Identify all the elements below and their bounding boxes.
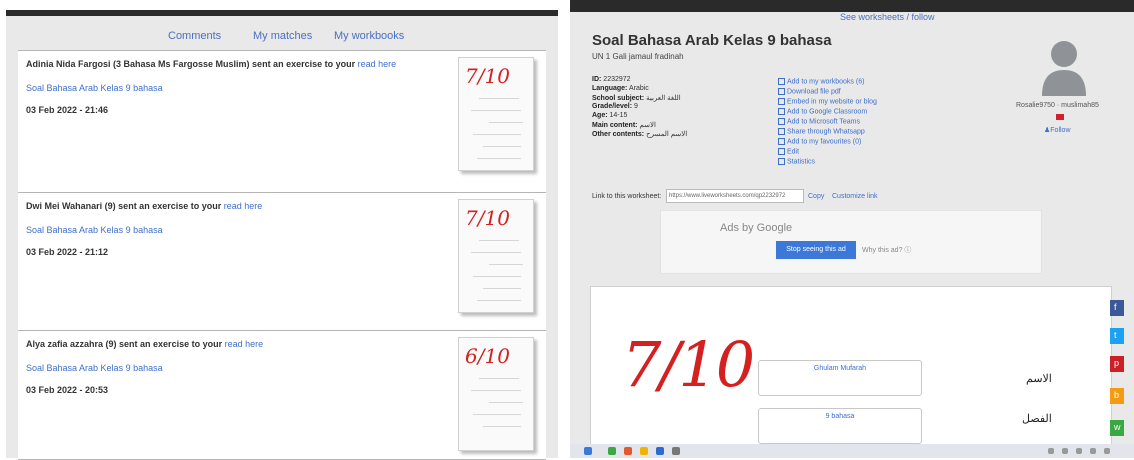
worksheet-thumbnail[interactable]: 6/10 — [458, 337, 534, 451]
read-here-link[interactable]: read here — [224, 201, 263, 211]
user-avatar-icon[interactable] — [1040, 38, 1088, 98]
edit-link[interactable]: Edit — [778, 148, 799, 155]
meta-id: ID: 2232972 — [592, 76, 631, 83]
worksheet-link[interactable]: Soal Bahasa Arab Kelas 9 bahasa — [26, 83, 163, 93]
message-text: Adinia Nida Fargosi (3 Bahasa Ms Fargoss… — [26, 59, 397, 69]
taskbar-app-icon[interactable] — [640, 447, 648, 455]
facebook-share-icon[interactable]: f — [1110, 300, 1124, 316]
checkbox-icon — [778, 78, 785, 85]
tab-my-workbooks[interactable]: My workbooks — [334, 30, 404, 42]
worksheet-author[interactable]: UN 1 Gali jamaul fradinah — [592, 52, 684, 61]
system-tray-icon[interactable] — [1104, 448, 1110, 454]
microsoft-teams-link[interactable]: Add to Microsoft Teams — [778, 118, 860, 125]
author-username[interactable]: Rosalie9750 · muslimah85 — [1016, 102, 1099, 109]
stop-seeing-ad-button[interactable]: Stop seeing this ad — [776, 241, 856, 259]
score-label: 6/10 — [465, 344, 510, 368]
message-card: Alya zafia azzahra (9) sent an exercise … — [18, 330, 546, 460]
system-tray-icon[interactable] — [1062, 448, 1068, 454]
follow-button[interactable]: ♟Follow — [1044, 126, 1071, 134]
message-date: 03 Feb 2022 - 20:53 — [26, 385, 109, 395]
whatsapp-icon — [778, 128, 785, 135]
chart-icon — [778, 158, 785, 165]
tab-my-matches[interactable]: My matches — [253, 30, 312, 42]
os-taskbar — [570, 444, 1134, 458]
message-text: Dwi Mei Wahanari (9) sent an exercise to… — [26, 201, 263, 211]
worksheet-thumbnail[interactable]: 7/10 — [458, 199, 534, 313]
system-tray-icon[interactable] — [1090, 448, 1096, 454]
message-text: Alya zafia azzahra (9) sent an exercise … — [26, 339, 264, 349]
copy-link-button[interactable]: Copy — [808, 193, 824, 200]
left-panel: Comments My matches My workbooks Adinia … — [6, 10, 558, 460]
teams-icon — [778, 118, 785, 125]
start-icon[interactable] — [584, 447, 592, 455]
country-flag-icon — [1056, 114, 1064, 120]
meta-subject: School subject: اللغة العربية — [592, 95, 681, 102]
worksheet-link[interactable]: Soal Bahasa Arab Kelas 9 bahasa — [26, 225, 163, 235]
worksheet-link[interactable]: Soal Bahasa Arab Kelas 9 bahasa — [26, 363, 163, 373]
tab-comments[interactable]: Comments — [168, 30, 221, 42]
message-date: 03 Feb 2022 - 21:46 — [26, 105, 109, 115]
embed-link[interactable]: Embed in my website or blog — [778, 98, 877, 105]
ad-google-label: Ads by Google — [720, 222, 793, 234]
taskbar-app-icon[interactable] — [608, 447, 616, 455]
worksheet-score: 7/10 — [622, 328, 755, 401]
whatsapp-share-icon[interactable]: w — [1110, 420, 1124, 436]
read-here-link[interactable]: read here — [225, 339, 264, 349]
meta-other-contents: Other contents: الاسم المسرح — [592, 131, 688, 138]
taskbar-app-icon[interactable] — [624, 447, 632, 455]
name-label: الاسم — [1026, 372, 1052, 385]
statistics-link[interactable]: Statistics — [778, 158, 815, 165]
meta-language: Language: Arabic — [592, 85, 649, 92]
heart-icon — [778, 138, 785, 145]
name-answer-field[interactable]: Ghulam Mufarah — [758, 360, 922, 396]
left-tab-bar: Comments My matches My workbooks — [6, 16, 558, 48]
customize-link-button[interactable]: Customize link — [832, 193, 878, 200]
add-to-workbooks-link[interactable]: Add to my workbooks (6) — [778, 78, 864, 85]
message-date: 03 Feb 2022 - 21:12 — [26, 247, 109, 257]
pinterest-share-icon[interactable]: p — [1110, 356, 1124, 372]
add-to-favourites-link[interactable]: Add to my favourites (0) — [778, 138, 861, 145]
meta-main-content: Main content: الاسم — [592, 122, 656, 129]
score-label: 7/10 — [465, 64, 510, 88]
taskbar-app-icon[interactable] — [672, 447, 680, 455]
link-label: Link to this worksheet: — [592, 193, 662, 200]
score-label: 7/10 — [465, 206, 510, 230]
meta-age: Age: 14-15 — [592, 112, 628, 119]
google-classroom-icon — [778, 108, 785, 115]
top-link[interactable]: See worksheets / follow — [840, 12, 935, 22]
pencil-icon — [778, 148, 785, 155]
blogger-share-icon[interactable]: b — [1110, 388, 1124, 404]
class-answer-field[interactable]: 9 bahasa — [758, 408, 922, 444]
google-classroom-link[interactable]: Add to Google Classroom — [778, 108, 867, 115]
worksheet-thumbnail[interactable]: 7/10 — [458, 57, 534, 171]
right-top-bar — [570, 0, 1134, 12]
system-tray-icon[interactable] — [1076, 448, 1082, 454]
worksheet-link-input[interactable]: https://www.liveworksheets.com/qp2232972 — [666, 189, 804, 203]
taskbar-app-icon[interactable] — [656, 447, 664, 455]
message-card: Adinia Nida Fargosi (3 Bahasa Ms Fargoss… — [18, 50, 546, 194]
whatsapp-share-link[interactable]: Share through Whatsapp — [778, 128, 865, 135]
right-panel: See worksheets / follow Soal Bahasa Arab… — [570, 0, 1134, 458]
system-tray-icon[interactable] — [1048, 448, 1054, 454]
message-card: Dwi Mei Wahanari (9) sent an exercise to… — [18, 192, 546, 332]
worksheet-title: Soal Bahasa Arab Kelas 9 bahasa — [592, 32, 832, 49]
download-pdf-link[interactable]: Download file pdf — [778, 88, 841, 95]
embed-icon — [778, 98, 785, 105]
twitter-share-icon[interactable]: t — [1110, 328, 1124, 344]
why-this-ad-link[interactable]: Why this ad? ⓘ — [862, 245, 911, 255]
read-here-link[interactable]: read here — [358, 59, 397, 69]
download-icon — [778, 88, 785, 95]
meta-grade: Grade/level: 9 — [592, 103, 638, 110]
class-label: الفصل — [1022, 412, 1052, 425]
